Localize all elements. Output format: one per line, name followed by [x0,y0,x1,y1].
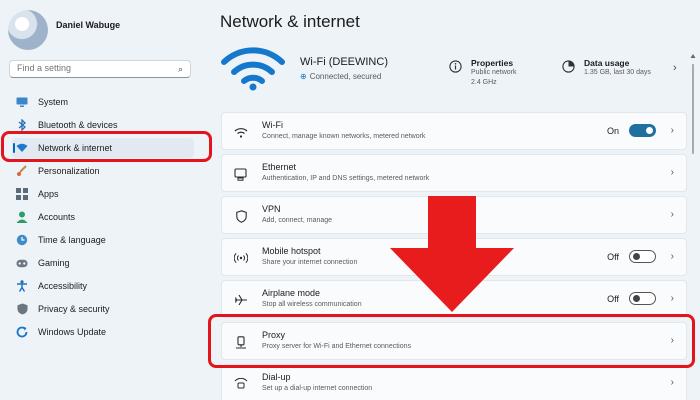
sidebar-item-label: Privacy & security [38,304,110,314]
card-subtitle: Connect, manage known networks, metered … [262,133,426,140]
shield-icon [233,208,249,224]
chevron-right-icon[interactable]: › [671,377,674,388]
properties-link[interactable]: Properties Public network 2.4 GHz [447,58,517,88]
sidebar-item-label: Personalization [38,166,100,176]
apps-icon [16,188,28,200]
wifi-status: ⊕ Connected, secured [300,72,381,81]
sidebar-item-apps[interactable]: Apps [12,184,194,204]
wifi-icon [233,124,249,140]
properties-title: Properties [471,58,514,68]
toggle-state-label: On [606,126,619,136]
globe-icon: ⊕ [300,72,307,81]
avatar [8,10,48,50]
data-usage-link[interactable]: Data usage 1.35 GB, last 30 days [560,58,651,78]
sidebar-item-label: Accessibility [38,281,88,291]
sidebar-item-windows-update[interactable]: Windows Update [12,322,194,342]
card-title: VPN [262,204,281,214]
card-subtitle: Share your internet connection [262,259,358,266]
airplane-toggle[interactable] [629,292,656,305]
dialup-icon [233,376,249,392]
chevron-right-icon[interactable]: › [671,167,674,178]
card-wifi[interactable]: Wi-Fi Connect, manage known networks, me… [221,112,687,150]
card-title: Airplane mode [262,288,321,298]
card-title: Mobile hotspot [262,246,321,256]
sidebar-item-label: Apps [38,189,59,199]
hotspot-icon [233,250,249,266]
data-usage-icon [560,58,576,74]
wifi-large-icon [220,46,286,97]
card-subtitle: Authentication, IP and DNS settings, met… [262,175,430,182]
hotspot-toggle[interactable] [629,250,656,263]
update-icon [16,326,28,338]
sidebar-item-accessibility[interactable]: Accessibility [12,276,194,296]
card-subtitle: Add, connect, manage [262,217,333,224]
red-arrow-down-icon [388,196,516,319]
monitor-icon [16,96,28,108]
card-ethernet[interactable]: Ethernet Authentication, IP and DNS sett… [221,154,687,192]
header-chevron-icon[interactable]: › [673,62,677,74]
card-dial-up[interactable]: Dial-up Set up a dial-up internet connec… [221,364,687,400]
brush-icon [16,165,28,177]
chevron-right-icon[interactable]: › [671,293,674,304]
card-subtitle: Set up a dial-up internet connection [262,385,373,392]
card-title: Wi-Fi [262,120,283,130]
sidebar-item-time-language[interactable]: Time & language [12,230,194,250]
page-title: Network & internet [220,12,360,31]
card-title: Dial-up [262,372,291,382]
properties-network: Public network [471,69,517,76]
sidebar-item-label: System [38,97,69,107]
bluetooth-icon [16,119,28,131]
sidebar-item-gaming[interactable]: Gaming [12,253,194,273]
person-icon [16,211,28,223]
sidebar-item-accounts[interactable]: Accounts [12,207,194,227]
sidebar-item-privacy[interactable]: Privacy & security [12,299,194,319]
airplane-icon [233,292,249,308]
globe-clock-icon [16,234,28,246]
search-icon[interactable]: ⌕ [178,64,183,75]
chevron-right-icon[interactable]: › [671,125,674,136]
ethernet-icon [233,166,249,182]
info-icon [447,58,463,74]
search-box[interactable]: ⌕ [9,60,191,78]
highlight-box-sidebar [1,131,212,162]
data-usage-title: Data usage [584,58,630,68]
card-title: Ethernet [262,162,297,172]
sidebar-item-system[interactable]: System [12,92,194,112]
chevron-right-icon[interactable]: › [671,209,674,220]
sidebar-item-personalization[interactable]: Personalization [12,161,194,181]
gamepad-icon [16,257,28,269]
chevron-right-icon[interactable]: › [671,251,674,262]
card-subtitle: Stop all wireless communication [262,301,362,308]
highlight-box-proxy [208,314,695,368]
accessibility-icon [16,280,28,292]
search-input[interactable] [17,63,167,73]
wifi-toggle[interactable] [629,124,656,137]
sidebar-item-label: Bluetooth & devices [38,120,118,130]
toggle-state-label: Off [607,294,619,304]
wifi-network-name: Wi-Fi (DEEWINC) [300,56,388,68]
wifi-status-text: Connected, secured [309,72,382,81]
sidebar-item-label: Windows Update [38,327,107,337]
sidebar-item-label: Accounts [38,212,76,222]
shield-icon [16,303,28,315]
data-usage-amount: 1.35 GB, last 30 days [584,69,651,76]
sidebar-item-label: Gaming [38,258,70,268]
user-name: Daniel Wabuge [56,20,121,30]
scrollbar[interactable] [690,52,696,392]
properties-band: 2.4 GHz [471,79,497,86]
toggle-state-label: Off [607,252,619,262]
sidebar-item-label: Time & language [38,235,106,245]
